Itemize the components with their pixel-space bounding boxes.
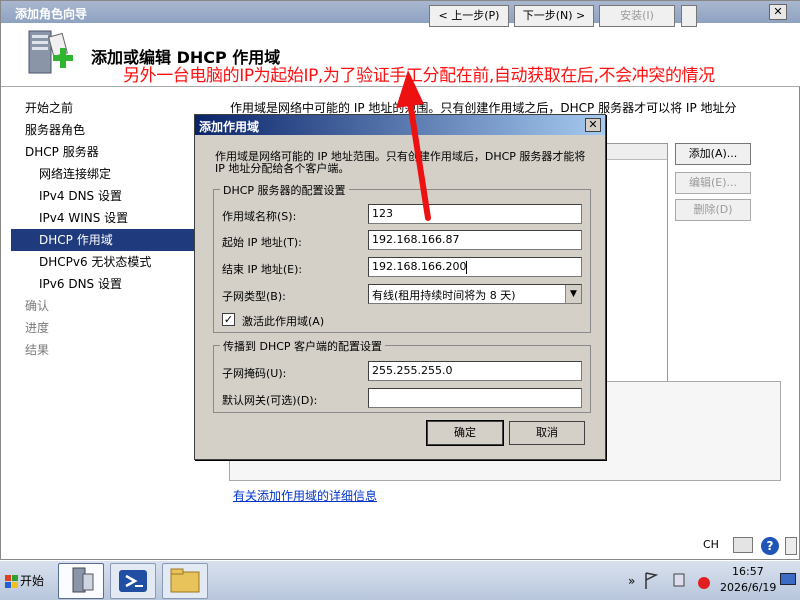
add-scope-dialog: 添加作用域 ✕ 作用域是网络可能的 IP 地址范围。只有创建作用域后，DHCP …	[194, 114, 606, 460]
nav-item-before-you-begin[interactable]: 开始之前	[11, 97, 195, 119]
nav-item-dhcpv6-stateless[interactable]: DHCPv6 无状态模式	[11, 251, 195, 273]
end-ip-field[interactable]: 192.168.166.200	[368, 257, 582, 277]
svg-text:»: »	[628, 574, 635, 588]
start-ip-field[interactable]: 192.168.166.87	[368, 230, 582, 250]
edit-scope-button[interactable]: 编辑(E)...	[675, 172, 751, 194]
end-ip-value: 192.168.166.200	[372, 260, 467, 273]
scope-name-label: 作用域名称(S):	[222, 210, 297, 223]
start-ip-label: 起始 IP 地址(T):	[222, 236, 302, 249]
dialog-title: 添加作用域	[195, 115, 605, 135]
nav-item-network-binding[interactable]: 网络连接绑定	[11, 163, 195, 185]
subnet-mask-field[interactable]: 255.255.255.0	[368, 361, 582, 381]
file-explorer-icon[interactable]	[162, 563, 208, 599]
start-label: 开始	[20, 574, 45, 588]
group-title-settings: DHCP 服务器的配置设置	[220, 182, 349, 198]
powershell-icon[interactable]	[110, 563, 156, 599]
taskbar: 开始 »	[0, 560, 800, 600]
subnet-type-select[interactable]: 有线(租用持续时间将为 8 天) ▼	[368, 284, 582, 304]
dhcp-settings-group: DHCP 服务器的配置设置 作用域名称(S): 123 起始 IP 地址(T):…	[213, 182, 591, 333]
nav-item-ipv4-dns[interactable]: IPv4 DNS 设置	[11, 185, 195, 207]
dialog-cancel-button[interactable]: 取消	[509, 421, 585, 445]
server-manager-icon[interactable]	[58, 563, 104, 599]
default-gateway-label: 默认网关(可选)(D):	[222, 394, 318, 407]
subnet-type-value: 有线(租用持续时间将为 8 天)	[372, 289, 516, 302]
cancel-button-partial[interactable]	[681, 5, 697, 27]
delete-scope-button[interactable]: 删除(D)	[675, 199, 751, 221]
chevron-down-icon[interactable]: ▼	[565, 285, 581, 303]
window-close-button[interactable]: ✕	[769, 4, 787, 20]
keyboard-icon[interactable]	[733, 537, 753, 553]
nav-item-ipv6-dns[interactable]: IPv6 DNS 设置	[11, 273, 195, 295]
group-title-propagate: 传播到 DHCP 客户端的配置设置	[220, 338, 386, 354]
ime-expand-icon[interactable]	[785, 537, 797, 555]
subnet-type-label: 子网类型(B):	[222, 290, 286, 303]
tray-flag-icon[interactable]	[644, 569, 662, 591]
activate-scope-checkbox[interactable]: ✓	[222, 313, 235, 326]
annotation-text: 另外一台电脑的IP为起始IP,为了验证手工分配在前,自动获取在后,不会冲突的情况	[123, 66, 715, 86]
clock-date[interactable]: 2026/6/19	[720, 581, 776, 594]
nav-item-server-roles[interactable]: 服务器角色	[11, 119, 195, 141]
windows-logo-icon	[5, 575, 18, 588]
start-button[interactable]: 开始	[2, 568, 50, 594]
help-icon[interactable]: ?	[761, 537, 779, 555]
subnet-mask-label: 子网掩码(U):	[222, 367, 287, 380]
learn-more-link[interactable]: 有关添加作用域的详细信息	[233, 487, 377, 504]
nav-item-confirmation: 确认	[25, 299, 50, 313]
show-desktop-icon[interactable]	[780, 573, 796, 585]
nav-item-dhcp-scopes[interactable]: DHCP 作用域	[11, 229, 195, 251]
ime-language-indicator[interactable]: CH	[703, 538, 719, 551]
nav-item-results: 结果	[25, 343, 50, 357]
dialog-description: 作用域是网络可能的 IP 地址范围。只有创建作用域后，DHCP 服务器才能将 I…	[215, 150, 586, 175]
tray-volume-muted-icon[interactable]	[696, 569, 714, 591]
nav-item-ipv4-wins[interactable]: IPv4 WINS 设置	[11, 207, 195, 229]
server-role-icon	[23, 29, 75, 81]
dialog-close-button[interactable]: ✕	[585, 118, 601, 132]
default-gateway-field[interactable]	[368, 388, 582, 408]
next-button[interactable]: 下一步(N) >	[514, 5, 594, 27]
text-caret	[466, 260, 468, 274]
tray-network-icon[interactable]	[670, 569, 688, 591]
clock-time[interactable]: 16:57	[732, 565, 764, 578]
add-scope-button[interactable]: 添加(A)...	[675, 143, 751, 165]
client-settings-group: 传播到 DHCP 客户端的配置设置 子网掩码(U): 255.255.255.0…	[213, 338, 591, 413]
scope-name-field[interactable]: 123	[368, 204, 582, 224]
install-button[interactable]: 安装(I)	[599, 5, 675, 27]
nav-item-dhcp-server[interactable]: DHCP 服务器	[11, 141, 195, 163]
previous-button[interactable]: < 上一步(P)	[429, 5, 509, 27]
ok-button[interactable]: 确定	[426, 420, 504, 446]
activate-scope-label: 激活此作用域(A)	[242, 315, 325, 328]
nav-item-progress: 进度	[25, 321, 50, 335]
wizard-nav: 开始之前 服务器角色 DHCP 服务器 网络连接绑定 IPv4 DNS 设置 I…	[11, 97, 195, 537]
end-ip-label: 结束 IP 地址(E):	[222, 263, 303, 276]
